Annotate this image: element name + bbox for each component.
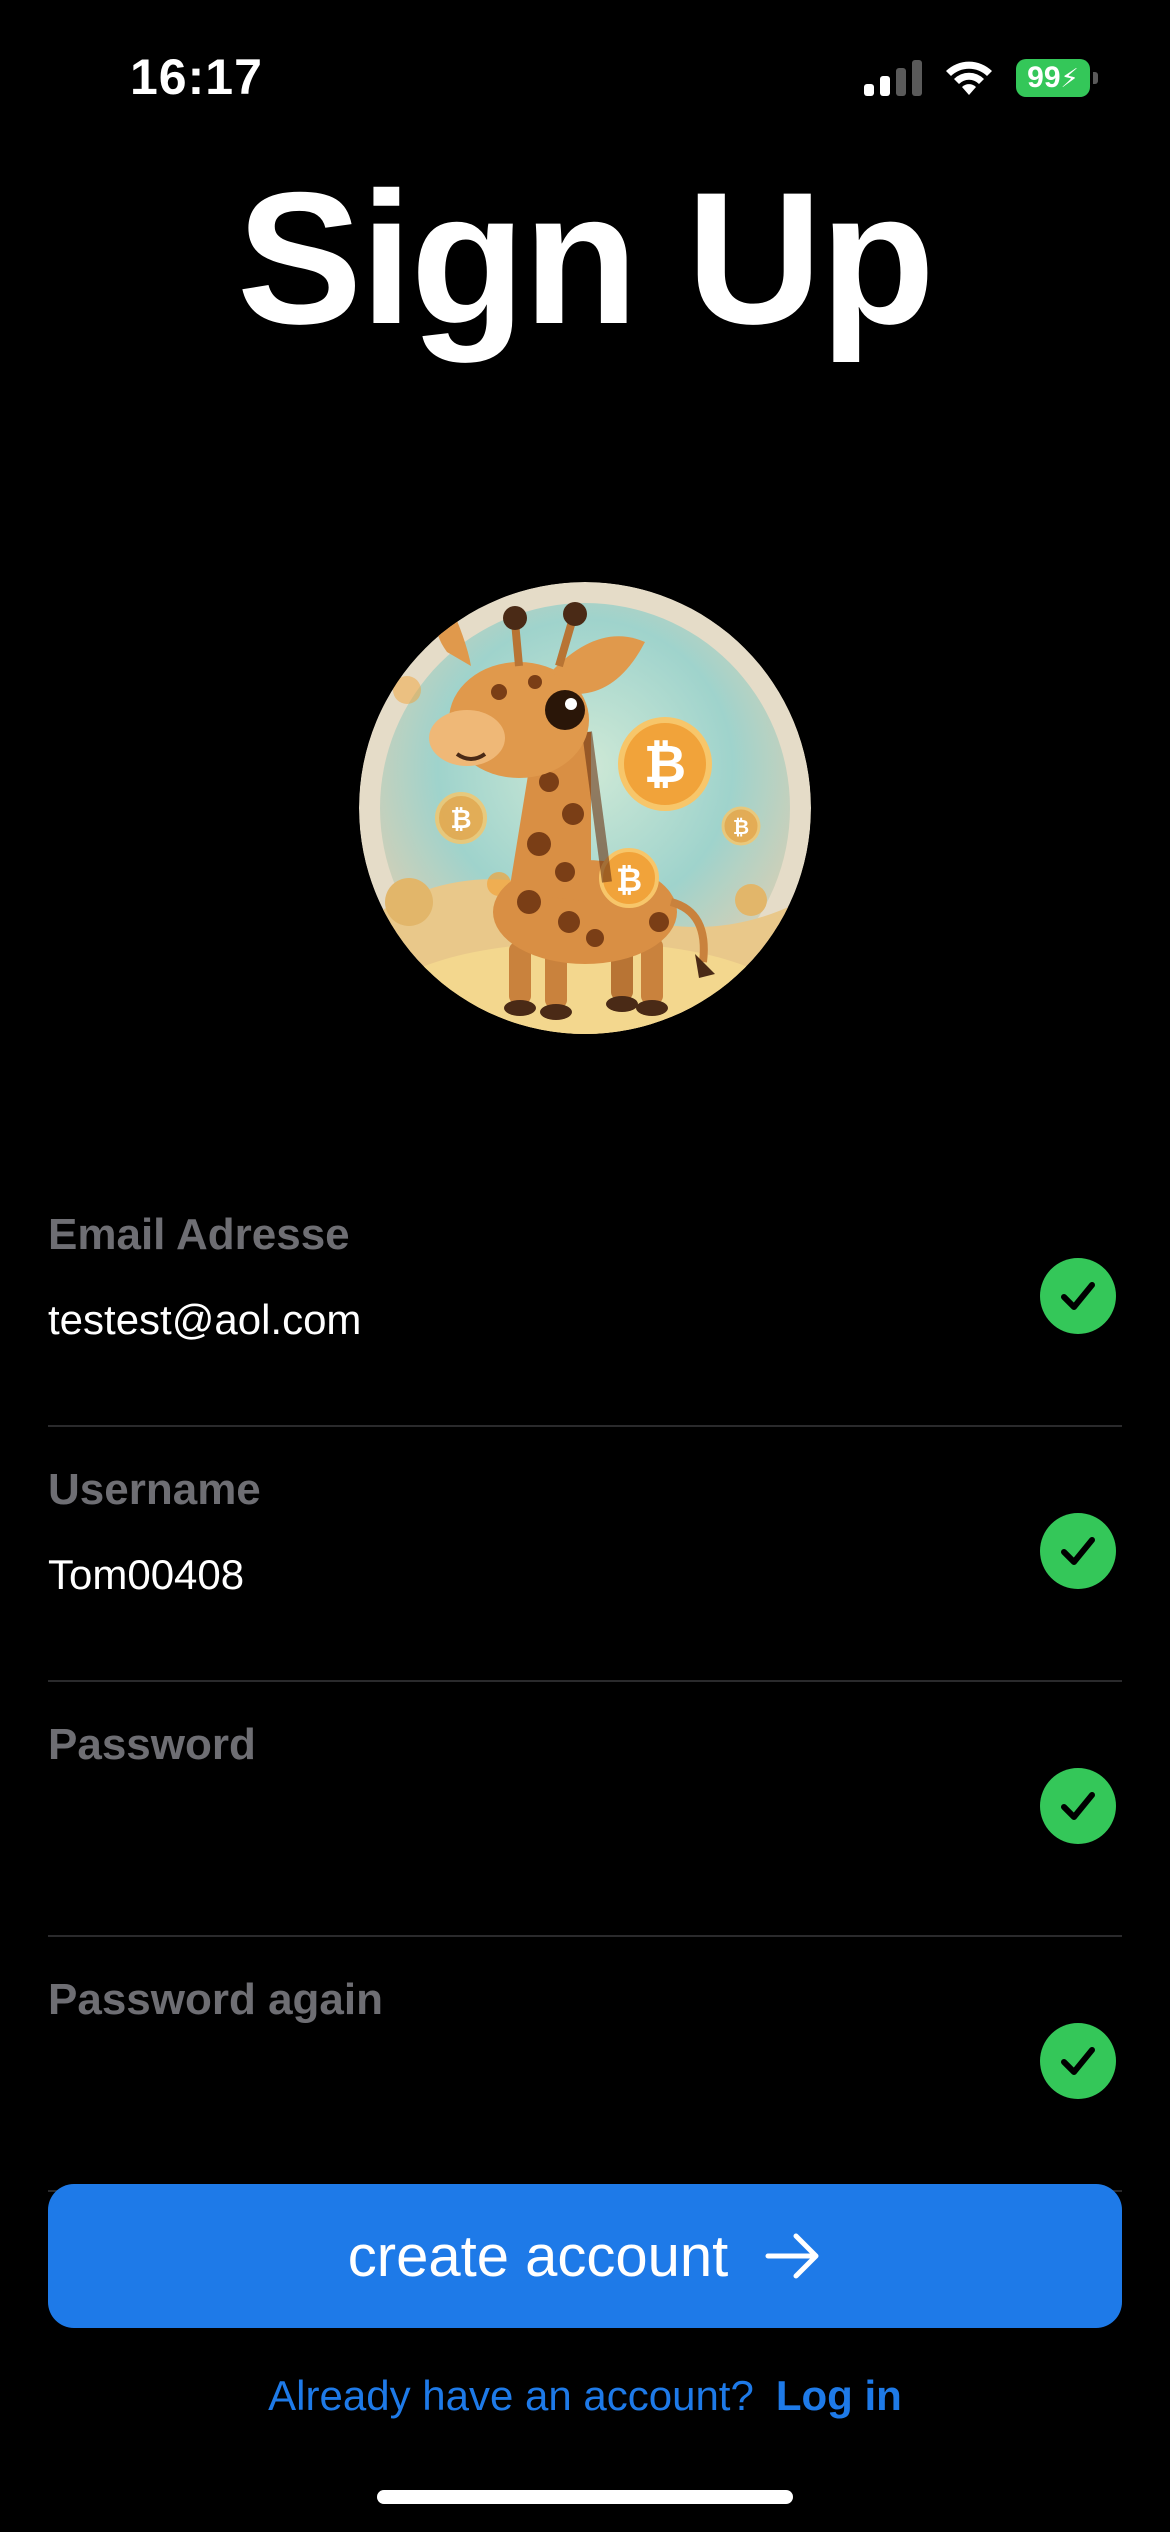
create-account-button[interactable]: create account xyxy=(48,2184,1122,2328)
password-label: Password xyxy=(48,1720,256,1769)
status-time: 16:17 xyxy=(130,49,263,105)
svg-text:₿: ₿ xyxy=(733,815,749,839)
password-input[interactable] xyxy=(48,1806,948,1854)
email-input[interactable] xyxy=(48,1296,948,1344)
password-again-field: Password again xyxy=(48,1935,1122,2192)
create-account-label: create account xyxy=(347,2223,729,2289)
giraffe-avatar-icon: ₿ ₿ ₿ ₿ xyxy=(359,582,811,1034)
username-input[interactable] xyxy=(48,1551,948,1599)
login-link[interactable]: Log in xyxy=(776,2372,902,2419)
checkmark-icon xyxy=(1040,2023,1116,2099)
svg-text:₿: ₿ xyxy=(616,861,642,899)
checkmark-icon xyxy=(1040,1258,1116,1334)
password-again-label: Password again xyxy=(48,1975,384,2024)
login-prompt: Already have an account? Log in xyxy=(0,2372,1170,2420)
battery-charging-icon: 99 ⚡ xyxy=(1016,59,1098,97)
checkmark-icon xyxy=(1040,1513,1116,1589)
password-field: Password xyxy=(48,1680,1122,1937)
login-prompt-text: Already have an account? xyxy=(268,2372,754,2419)
svg-text:₿: ₿ xyxy=(644,735,686,795)
email-field: Email Adresse xyxy=(48,1170,1122,1427)
home-indicator[interactable] xyxy=(377,2490,793,2504)
wifi-icon xyxy=(946,61,992,95)
cellular-signal-icon xyxy=(864,60,922,96)
email-label: Email Adresse xyxy=(48,1210,350,1259)
svg-text:₿: ₿ xyxy=(450,805,471,835)
password-again-input[interactable] xyxy=(48,2061,948,2109)
page-title: Sign Up xyxy=(236,153,935,363)
arrow-right-icon xyxy=(765,2233,819,2279)
username-field: Username xyxy=(48,1425,1122,1682)
battery-level: 99 xyxy=(1027,61,1061,94)
checkmark-icon xyxy=(1040,1768,1116,1844)
status-icons: 99 ⚡ xyxy=(864,56,1098,100)
username-label: Username xyxy=(48,1465,261,1514)
